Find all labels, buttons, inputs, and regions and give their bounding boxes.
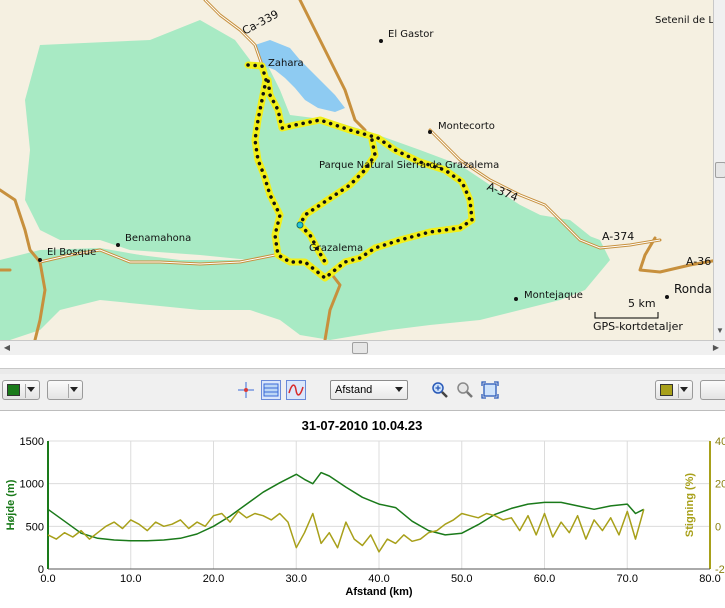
chevron-down-icon	[680, 387, 688, 392]
elevation-chart[interactable]: 31-07-2010 10.04.23 0.0 10.0 20.0 30.0 40.0 5…	[0, 412, 725, 605]
x-tick-label: 40.0	[368, 573, 389, 585]
place-grazalema: Grazalema	[309, 243, 364, 254]
place-parque: Parque Natural Sierra de Grazalema	[319, 160, 500, 171]
x-axis-label: Afstand (km)	[345, 586, 413, 598]
vscroll-thumb[interactable]	[715, 162, 725, 178]
track-color-button[interactable]	[2, 380, 40, 400]
zoom-in-icon	[432, 382, 448, 398]
map-attribution: GPS-kortdetaljer	[593, 320, 683, 333]
scale-label: 5 km	[628, 297, 656, 310]
place-el-bosque: El Bosque	[47, 247, 97, 258]
x-axis-select[interactable]: Afstand	[330, 380, 408, 400]
gradient-series-line[interactable]	[47, 509, 645, 553]
place-dot	[38, 258, 42, 262]
x-tick-label: 20.0	[203, 573, 224, 585]
line-style-button[interactable]	[47, 380, 83, 400]
y-left-tick-label: 0	[38, 564, 44, 576]
y-left-tick-label: 500	[26, 521, 44, 533]
park-area-west	[25, 20, 285, 260]
zoom-in-button[interactable]	[430, 380, 450, 400]
x-axis-select-value: Afstand	[335, 384, 373, 396]
x-tick-label: 70.0	[617, 573, 638, 585]
scroll-down-icon[interactable]: ▼	[714, 324, 725, 338]
graph-toolbar: Afstand	[0, 374, 725, 411]
x-tick-label: 10.0	[120, 573, 141, 585]
curve-icon	[288, 384, 304, 396]
map-horizontal-scrollbar[interactable]: ◀ ▶	[0, 340, 725, 355]
chevron-down-icon	[27, 387, 35, 392]
grid-icon	[263, 383, 279, 397]
x-tick-label: 30.0	[286, 573, 307, 585]
map-view[interactable]: Setenil de L El Gastor Zahara Montecorto…	[0, 0, 719, 340]
chevron-down-icon	[395, 387, 403, 392]
zoom-fit-icon	[481, 381, 499, 399]
place-montejaque: Montejaque	[524, 290, 583, 301]
scroll-right-icon[interactable]: ▶	[709, 341, 723, 355]
crosshair-button[interactable]	[236, 380, 256, 400]
place-benamahona: Benamahona	[125, 233, 192, 244]
track-start-marker	[296, 221, 304, 229]
scale-bar	[594, 312, 659, 319]
place-dot	[379, 39, 383, 43]
map-vertical-scrollbar[interactable]: ▼	[713, 0, 725, 340]
x-tick-label: 60.0	[534, 573, 555, 585]
zoom-out-button[interactable]	[455, 380, 475, 400]
y-right-tick-label: -20	[715, 564, 725, 576]
chevron-down-icon	[70, 387, 78, 392]
y-left-tick-label: 1500	[20, 436, 44, 448]
y-right-tick-label: 40	[715, 436, 725, 448]
x-tick-label: 50.0	[451, 573, 472, 585]
place-ronda: Ronda	[674, 282, 712, 296]
y-left-tick-label: 1000	[20, 479, 44, 491]
scroll-left-icon[interactable]: ◀	[0, 341, 14, 355]
y-right-axis-label: Stigning (%)	[684, 473, 696, 537]
chart-title: 31-07-2010 10.04.23	[302, 418, 423, 433]
place-dot	[116, 243, 120, 247]
elevation-series-line[interactable]	[47, 471, 645, 542]
curve-toggle-button[interactable]	[286, 380, 306, 400]
place-setenil: Setenil de L	[655, 15, 714, 26]
secondary-color-swatch	[660, 384, 673, 396]
y-right-tick-label: 20	[715, 479, 725, 491]
place-montecorto: Montecorto	[438, 121, 495, 132]
place-el-gastor: El Gastor	[388, 29, 434, 40]
zoom-out-icon	[457, 382, 473, 398]
place-zahara: Zahara	[268, 58, 304, 69]
place-dot	[665, 295, 669, 299]
track-color-swatch	[7, 384, 20, 396]
road-label-a374-east: A-374	[602, 230, 635, 243]
y-left-axis-label: Højde (m)	[5, 479, 17, 530]
more-button[interactable]	[700, 380, 725, 400]
grid-toggle-button[interactable]	[261, 380, 281, 400]
crosshair-icon	[238, 382, 254, 398]
hscroll-thumb[interactable]	[352, 342, 368, 354]
chart-canvas[interactable]: 31-07-2010 10.04.23 0.0 10.0 20.0 30.0 40.0 5…	[0, 412, 725, 605]
place-dot	[514, 297, 518, 301]
zoom-fit-button[interactable]	[480, 380, 500, 400]
road-label-a36: A-36	[686, 255, 712, 268]
place-dot	[428, 130, 432, 134]
secondary-color-button[interactable]	[655, 380, 693, 400]
y-right-tick-label: 0	[715, 521, 721, 533]
